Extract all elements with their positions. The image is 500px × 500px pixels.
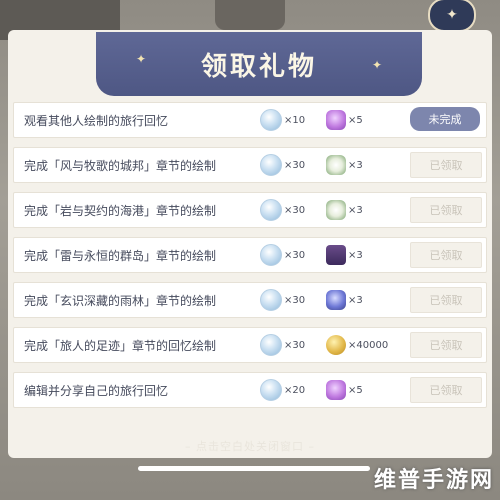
- white-flower-icon: [326, 200, 346, 220]
- gem-icon: [260, 379, 282, 401]
- status-button[interactable]: 已领取: [410, 287, 482, 313]
- status-button[interactable]: 已领取: [410, 332, 482, 358]
- gem-icon: [260, 244, 282, 266]
- reward-primogem: ×30: [260, 199, 305, 221]
- blue-flower-icon: [326, 290, 346, 310]
- dialog-title: 领取礼物: [200, 51, 317, 82]
- task-label: 观看其他人绘制的旅行回忆: [24, 113, 169, 128]
- task-row: 完成「玄识深藏的雨林」章节的绘制 ×30 ×3 已领取: [13, 282, 487, 318]
- purple-crystal-icon: [326, 110, 346, 130]
- status-button[interactable]: 未完成: [410, 107, 480, 131]
- status-button[interactable]: 已领取: [410, 152, 482, 178]
- reward-item: ×3: [326, 290, 363, 310]
- reward-item: ×3: [326, 155, 363, 175]
- task-label: 完成「玄识深藏的雨林」章节的绘制: [24, 293, 217, 308]
- reward-item: ×5: [326, 380, 363, 400]
- task-label: 编辑并分享自己的旅行回忆: [24, 383, 169, 398]
- status-button[interactable]: 已领取: [410, 377, 482, 403]
- task-row: 完成「风与牧歌的城邦」章节的绘制 ×30 ×3 已领取: [13, 147, 487, 183]
- reward-item: ×5: [326, 110, 363, 130]
- reward-item: ×40000: [326, 335, 388, 355]
- gem-icon: [260, 109, 282, 131]
- reward-item: ×3: [326, 245, 363, 265]
- status-button[interactable]: 已领取: [410, 242, 482, 268]
- task-row: 编辑并分享自己的旅行回忆 ×20 ×5 已领取: [13, 372, 487, 408]
- gem-icon: [260, 199, 282, 221]
- reward-primogem: ×30: [260, 154, 305, 176]
- task-label: 完成「雷与永恒的群岛」章节的绘制: [24, 248, 217, 263]
- task-label: 完成「风与牧歌的城邦」章节的绘制: [24, 158, 217, 173]
- gem-icon: [260, 289, 282, 311]
- task-row: 完成「岩与契约的海港」章节的绘制 ×30 ×3 已领取: [13, 192, 487, 228]
- home-indicator[interactable]: [138, 466, 370, 471]
- sparkle-icon: ✦: [136, 52, 147, 66]
- task-label: 完成「岩与契约的海港」章节的绘制: [24, 203, 217, 218]
- task-row: 完成「旅人的足迹」章节的回忆绘制 ×30 ×40000 已领取: [13, 327, 487, 363]
- status-button[interactable]: 已领取: [410, 197, 482, 223]
- task-label: 完成「旅人的足迹」章节的回忆绘制: [24, 338, 217, 353]
- reward-primogem: ×10: [260, 109, 305, 131]
- gift-dialog: ✦ 领取礼物 ✦ 观看其他人绘制的旅行回忆 ×10 ×5 未完成 完成「风与牧歌…: [8, 30, 492, 458]
- background-ornament: [215, 0, 285, 30]
- purple-crystal-icon: [326, 380, 346, 400]
- reward-primogem: ×30: [260, 289, 305, 311]
- gem-icon: [260, 334, 282, 356]
- gem-icon: [260, 154, 282, 176]
- reward-primogem: ×20: [260, 379, 305, 401]
- reward-primogem: ×30: [260, 334, 305, 356]
- gold-coin-icon: [326, 335, 346, 355]
- task-row: 观看其他人绘制的旅行回忆 ×10 ×5 未完成: [13, 102, 487, 138]
- purple-box-icon: [326, 245, 346, 265]
- reward-item: ×3: [326, 200, 363, 220]
- white-flower-icon: [326, 155, 346, 175]
- watermark: 维普手游网: [373, 468, 494, 493]
- task-row: 完成「雷与永恒的群岛」章节的绘制 ×30 ×3 已领取: [13, 237, 487, 273]
- dialog-header: ✦ 领取礼物 ✦: [96, 32, 422, 96]
- sparkle-icon: ✦: [371, 58, 382, 72]
- reward-primogem: ×30: [260, 244, 305, 266]
- close-hint: – 点击空白处关闭窗口 –: [185, 440, 315, 453]
- bag-icon[interactable]: ✦: [428, 0, 476, 32]
